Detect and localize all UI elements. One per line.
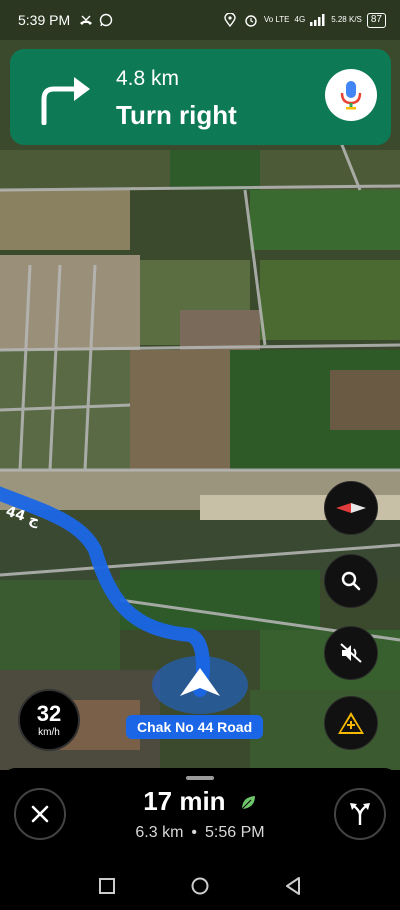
speedometer: 32 km/h — [18, 689, 80, 751]
maneuver-instruction: Turn right — [116, 100, 237, 130]
home-icon — [191, 877, 209, 895]
signal-icon — [310, 12, 326, 28]
current-road-label: Chak No 44 Road — [126, 715, 264, 739]
compass-icon — [336, 503, 366, 513]
speed-value: 32 — [36, 700, 62, 726]
microphone-icon — [340, 81, 362, 110]
back-icon — [286, 877, 301, 895]
voice-search-button[interactable] — [325, 69, 377, 121]
mute-button[interactable] — [324, 626, 378, 680]
recents-icon — [98, 878, 115, 894]
missed-call-icon — [78, 12, 94, 28]
arrival-time: 5:56 PM — [205, 824, 265, 841]
status-bar: 5:39 PM Vo LTE 4G 5.28 K/S 87 — [0, 0, 400, 40]
turn-right-arrow-icon — [41, 77, 90, 125]
status-time: 5:39 PM — [18, 12, 71, 28]
back-button[interactable] — [273, 866, 313, 906]
alarm-icon — [243, 12, 259, 28]
compass-button[interactable] — [324, 481, 378, 535]
search-button[interactable] — [324, 554, 378, 608]
navigation-arrow-icon — [180, 668, 220, 696]
drag-handle[interactable] — [186, 776, 214, 780]
trip-distance: 6.3 km — [135, 824, 184, 841]
whatsapp-icon — [98, 12, 114, 28]
net-speed: 5.28 K/S — [331, 15, 362, 24]
route-options-button[interactable] — [334, 788, 386, 840]
volte-icon: Vo LTE — [263, 15, 290, 24]
maneuver-distance: 4.8 km — [116, 67, 180, 90]
report-incident-button[interactable] — [324, 696, 378, 750]
separator-dot: • — [191, 824, 198, 841]
route-options-icon — [350, 803, 370, 825]
trip-duration: 17 min — [143, 786, 226, 816]
home-button[interactable] — [180, 866, 220, 906]
speed-unit: km/h — [38, 726, 60, 738]
report-incident-icon — [338, 712, 364, 734]
battery-indicator: 87 — [366, 12, 386, 28]
mute-icon — [340, 643, 362, 663]
eco-leaf-icon — [239, 788, 257, 819]
recents-button[interactable] — [87, 866, 127, 906]
system-nav-bar — [0, 862, 400, 910]
network-type: 4G — [294, 15, 306, 24]
search-icon — [341, 571, 361, 591]
trip-summary-panel[interactable]: 17 min 6.3 km • 5:56 PM — [0, 768, 400, 862]
location-icon — [222, 12, 238, 28]
